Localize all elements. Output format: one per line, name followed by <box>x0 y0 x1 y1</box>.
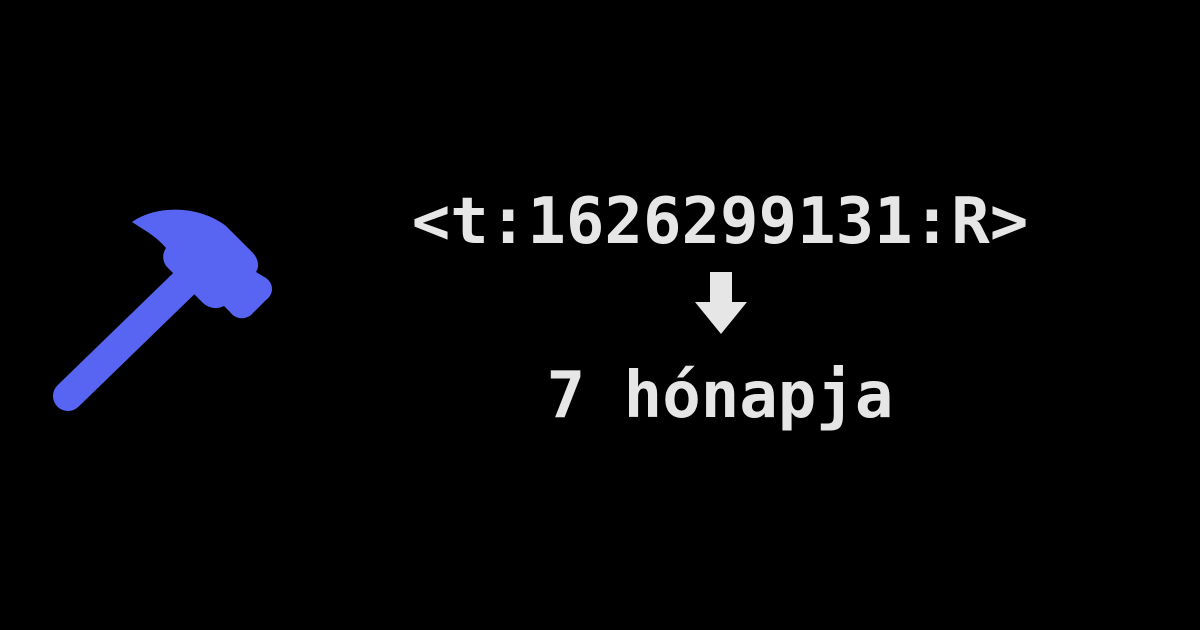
arrow-down-icon <box>695 272 747 334</box>
timestamp-preview-card: <t:1626299131:R> 7 hónapja <box>0 0 1200 630</box>
timestamp-syntax: <t:1626299131:R> <box>411 185 1029 259</box>
rendered-relative-time: 7 hónapja <box>546 359 894 433</box>
hammer-icon <box>53 209 272 411</box>
